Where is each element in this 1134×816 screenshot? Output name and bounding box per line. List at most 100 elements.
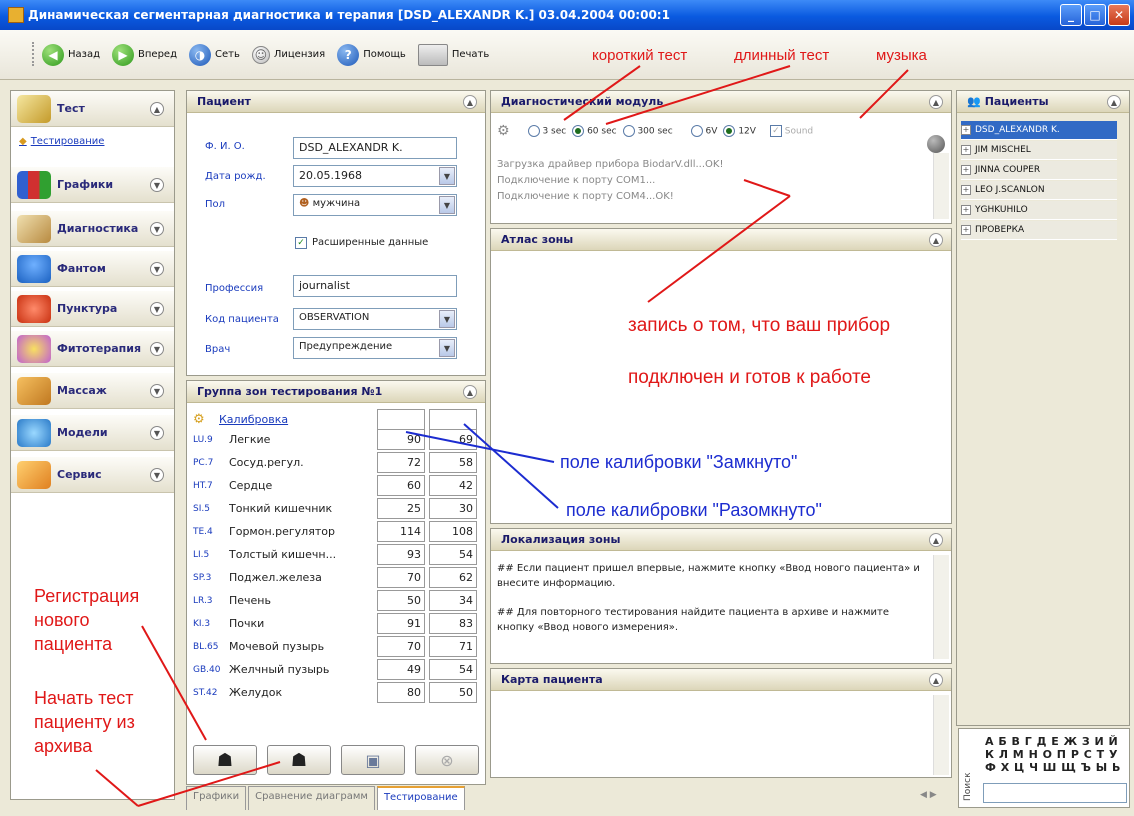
chevron-down-icon[interactable]: ▼: [150, 468, 164, 482]
chevron-up-icon[interactable]: ▲: [1107, 95, 1121, 109]
radio-60sec[interactable]: 60 sec: [572, 125, 617, 137]
card-scrollbar[interactable]: [933, 695, 949, 775]
chevron-down-icon[interactable]: ▼: [150, 302, 164, 316]
play-icon[interactable]: [927, 135, 945, 153]
patient-list-item[interactable]: + LEO J.SCANLON: [961, 181, 1117, 200]
zone-value-open[interactable]: 30: [429, 498, 477, 519]
expand-plus-icon[interactable]: +: [961, 185, 971, 195]
chevron-up-icon[interactable]: ▲: [463, 95, 477, 109]
alphabet-row[interactable]: К Л М Н О П Р С Т У: [985, 748, 1121, 761]
chevron-down-icon[interactable]: ▼: [150, 426, 164, 440]
zone-value-open[interactable]: 34: [429, 590, 477, 611]
zone-value-closed[interactable]: 91: [377, 613, 425, 634]
radio-6v[interactable]: 6V: [690, 125, 717, 137]
patient-list-item[interactable]: + DSD_ALEXANDR K.: [961, 121, 1117, 140]
sidebar-item-models[interactable]: Модели ▼: [11, 415, 174, 451]
zone-value-open[interactable]: 42: [429, 475, 477, 496]
tab-compare[interactable]: Сравнение диаграмм: [248, 786, 375, 810]
dropdown-arrow-icon[interactable]: ▼: [439, 310, 455, 328]
dropdown-arrow-icon[interactable]: ▼: [439, 339, 455, 357]
expand-plus-icon[interactable]: +: [961, 125, 971, 135]
forward-button[interactable]: ▶ Вперед: [112, 43, 177, 66]
sidebar-item-charts[interactable]: Графики ▼: [11, 167, 174, 203]
zone-value-open[interactable]: 50: [429, 682, 477, 703]
zone-value-closed[interactable]: 50: [377, 590, 425, 611]
expand-plus-icon[interactable]: +: [961, 145, 971, 155]
chevron-up-icon[interactable]: ▲: [463, 385, 477, 399]
zone-value-open[interactable]: 62: [429, 567, 477, 588]
zone-value-open[interactable]: 54: [429, 659, 477, 680]
save-button[interactable]: ▣: [341, 745, 405, 775]
cancel-button[interactable]: ⊗: [415, 745, 479, 775]
localization-scrollbar[interactable]: [933, 555, 949, 659]
chevron-down-icon[interactable]: ▼: [150, 342, 164, 356]
sex-select[interactable]: ☻ мужчина ▼: [293, 194, 457, 216]
calibration-link[interactable]: Калибровка: [219, 413, 377, 426]
chevron-up-icon[interactable]: ▲: [929, 673, 943, 687]
extended-data-checkbox[interactable]: ✓: [295, 237, 307, 249]
new-patient-button[interactable]: ☗: [193, 745, 257, 775]
fio-field[interactable]: DSD_ALEXANDR K.: [293, 137, 457, 159]
zone-value-open[interactable]: 58: [429, 452, 477, 473]
license-button[interactable]: ☺ Лицензия: [251, 45, 325, 64]
chevron-up-icon[interactable]: ▲: [929, 233, 943, 247]
alphabet-row[interactable]: Ф Х Ц Ч Ш Щ Ъ Ы Ь: [985, 761, 1121, 774]
dropdown-arrow-icon[interactable]: ▼: [439, 196, 455, 214]
network-button[interactable]: ◑ Сеть: [188, 43, 240, 66]
tab-testing[interactable]: Тестирование: [376, 786, 465, 810]
patient-code-select[interactable]: OBSERVATION ▼: [293, 308, 457, 330]
doctor-select[interactable]: Предупреждение ▼: [293, 337, 457, 359]
zone-value-closed[interactable]: 70: [377, 567, 425, 588]
dropdown-arrow-icon[interactable]: ▼: [439, 167, 455, 185]
chevron-down-icon[interactable]: ▼: [150, 384, 164, 398]
search-input[interactable]: [983, 783, 1127, 803]
alphabet-letters[interactable]: А Б В Г Д Е Ж З И Й К Л М Н О П Р С Т У …: [985, 735, 1121, 774]
radio-300sec[interactable]: 300 sec: [622, 125, 673, 137]
profession-field[interactable]: journalist: [293, 275, 457, 297]
sidebar-item-service[interactable]: Сервис ▼: [11, 457, 174, 493]
zone-value-open[interactable]: 71: [429, 636, 477, 657]
sidebar-item-phantom[interactable]: Фантом ▼: [11, 251, 174, 287]
expand-plus-icon[interactable]: +: [961, 205, 971, 215]
zone-value-open[interactable]: 108: [429, 521, 477, 542]
zone-value-closed[interactable]: 49: [377, 659, 425, 680]
patient-list-item[interactable]: + YGHKUHILO: [961, 201, 1117, 220]
sidebar-subitem-testing[interactable]: ◆ Тестирование: [19, 136, 104, 147]
sidebar-item-massage[interactable]: Массаж ▼: [11, 373, 174, 409]
sidebar-item-test[interactable]: Тест ▲: [11, 91, 174, 127]
radio-12v[interactable]: 12V: [723, 125, 756, 137]
print-button[interactable]: Печать: [417, 43, 489, 66]
tab-charts[interactable]: Графики: [186, 786, 247, 810]
chevron-up-icon[interactable]: ▲: [929, 533, 943, 547]
close-button[interactable]: ✕: [1108, 4, 1130, 26]
sidebar-item-puncture[interactable]: Пунктура ▼: [11, 291, 174, 327]
zone-value-closed[interactable]: 90: [377, 429, 425, 450]
alphabet-row[interactable]: А Б В Г Д Е Ж З И Й: [985, 735, 1121, 748]
back-button[interactable]: ◀ Назад: [42, 43, 100, 66]
zone-value-closed[interactable]: 93: [377, 544, 425, 565]
tab-scroll-arrows[interactable]: ◀ ▶: [920, 790, 937, 800]
chevron-down-icon[interactable]: ▼: [150, 262, 164, 276]
sidebar-item-diagnostics[interactable]: Диагностика ▼: [11, 211, 174, 247]
chevron-up-icon[interactable]: ▲: [929, 95, 943, 109]
minimize-button[interactable]: _: [1060, 4, 1082, 26]
zone-value-closed[interactable]: 60: [377, 475, 425, 496]
zone-value-closed[interactable]: 72: [377, 452, 425, 473]
zone-value-closed[interactable]: 25: [377, 498, 425, 519]
expand-plus-icon[interactable]: +: [961, 165, 971, 175]
zone-value-open[interactable]: 69: [429, 429, 477, 450]
log-scrollbar[interactable]: [933, 153, 949, 219]
chevron-down-icon[interactable]: ▼: [150, 178, 164, 192]
zone-value-closed[interactable]: 114: [377, 521, 425, 542]
new-measurement-button[interactable]: ☗: [267, 745, 331, 775]
zone-value-open[interactable]: 83: [429, 613, 477, 634]
patient-list-item[interactable]: + ПРОВЕРКА: [961, 221, 1117, 240]
chevron-down-icon[interactable]: ▼: [150, 222, 164, 236]
sound-checkbox[interactable]: ✓ Sound: [769, 125, 813, 137]
settings-gear-icon[interactable]: ⚙: [497, 123, 510, 139]
help-button[interactable]: ? Помощь: [337, 43, 406, 66]
zone-value-closed[interactable]: 70: [377, 636, 425, 657]
patient-list-item[interactable]: + JIM MISCHEL: [961, 141, 1117, 160]
calibration-closed-field[interactable]: [377, 409, 425, 430]
sidebar-item-phytotherapy[interactable]: Фитотерапия ▼: [11, 331, 174, 367]
